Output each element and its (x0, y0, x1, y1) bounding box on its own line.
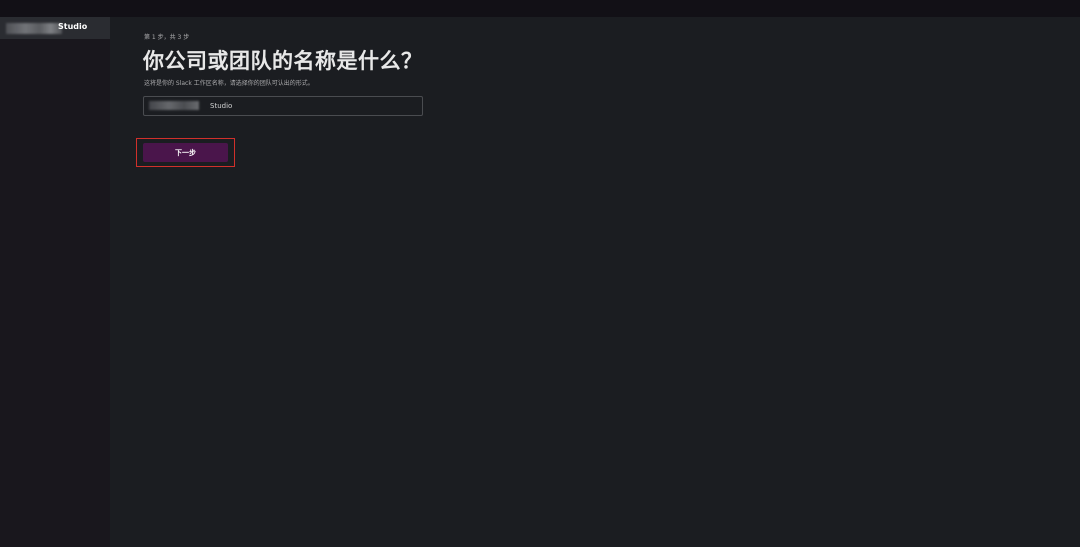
workspace-sidebar: Studio (0, 17, 110, 547)
page-title: 你公司或团队的名称是什么？ (143, 49, 423, 73)
next-button[interactable]: 下一步 (143, 143, 228, 162)
top-bar (0, 0, 1080, 17)
team-name-field (143, 96, 423, 116)
redacted-workspace-prefix (6, 23, 62, 34)
workspace-item[interactable]: Studio (0, 17, 110, 39)
workspace-name: Studio (58, 22, 88, 31)
setup-main-panel: 第 1 步，共 3 步 你公司或团队的名称是什么？ 这将是你的 Slack 工作… (110, 17, 1080, 547)
page-subtitle: 这将是你的 Slack 工作区名称，请选择你的团队可认出的形式。 (144, 80, 314, 87)
step-indicator: 第 1 步，共 3 步 (144, 34, 190, 41)
team-name-input[interactable] (144, 97, 422, 115)
